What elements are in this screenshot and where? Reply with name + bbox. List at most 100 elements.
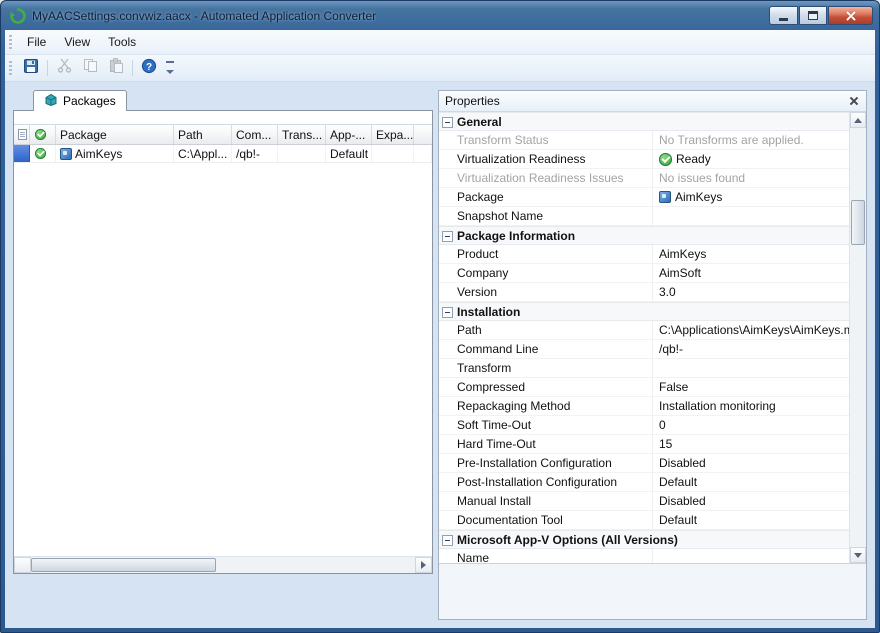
scroll-up-button[interactable]: [850, 112, 866, 128]
package-cell-7[interactable]: [372, 145, 414, 162]
property-value[interactable]: Default: [652, 511, 849, 529]
property-name[interactable]: Product: [439, 245, 652, 263]
menubar-grip-icon[interactable]: [9, 35, 12, 49]
grid-column-header-icon1[interactable]: [30, 125, 56, 144]
property-value[interactable]: AimKeys: [652, 245, 849, 263]
property-value[interactable]: [652, 549, 849, 563]
property-value[interactable]: Default: [652, 473, 849, 491]
packages-pane: Packages PackagePathCom...Trans...App-..…: [13, 90, 433, 620]
package-cell-2[interactable]: AimKeys: [56, 145, 174, 162]
property-value-text: Default: [659, 475, 697, 489]
property-name[interactable]: Command Line: [439, 340, 652, 358]
property-value[interactable]: [652, 359, 849, 377]
menu-tools[interactable]: Tools: [99, 31, 145, 53]
property-row: Virtualization Readiness IssuesNo issues…: [439, 169, 849, 188]
property-name[interactable]: Pre-Installation Configuration: [439, 454, 652, 472]
grid-column-header-path[interactable]: Path: [174, 125, 232, 144]
property-name[interactable]: Repackaging Method: [439, 397, 652, 415]
scroll-down-button[interactable]: [850, 547, 866, 563]
property-name[interactable]: Name: [439, 549, 652, 563]
menu-view[interactable]: View: [55, 31, 99, 53]
collapse-icon[interactable]: [442, 117, 453, 128]
property-name[interactable]: Virtualization Readiness Issues: [439, 169, 652, 187]
property-value[interactable]: False: [652, 378, 849, 396]
packages-grid-header: PackagePathCom...Trans...App-...Expa...: [14, 125, 432, 145]
package-row[interactable]: AimKeysC:\Appl.../qb!- Default: [14, 145, 432, 163]
property-value[interactable]: C:\Applications\AimKeys\AimKeys.msi: [652, 321, 849, 339]
help-button[interactable]: ?: [137, 57, 161, 80]
property-name[interactable]: Transform Status: [439, 131, 652, 149]
property-name[interactable]: Documentation Tool: [439, 511, 652, 529]
property-name[interactable]: Path: [439, 321, 652, 339]
grid-column-header-expa[interactable]: Expa...: [372, 125, 414, 144]
property-group-general[interactable]: General: [439, 112, 849, 131]
package-cell-6[interactable]: Default: [326, 145, 372, 162]
property-value[interactable]: 3.0: [652, 283, 849, 301]
property-value[interactable]: 15: [652, 435, 849, 453]
maximize-icon: [808, 11, 818, 20]
vertical-scroll-thumb[interactable]: [851, 200, 865, 245]
property-value[interactable]: No issues found: [652, 169, 849, 187]
copy-button[interactable]: [78, 57, 102, 80]
scroll-left-button[interactable]: [14, 557, 31, 573]
property-name[interactable]: Version: [439, 283, 652, 301]
grid-column-header-icon0[interactable]: [14, 125, 30, 144]
menu-file[interactable]: File: [18, 31, 55, 53]
grid-column-header-com[interactable]: Com...: [232, 125, 278, 144]
property-value[interactable]: Ready: [652, 150, 849, 168]
property-name[interactable]: Package: [439, 188, 652, 206]
property-name[interactable]: Company: [439, 264, 652, 282]
property-name[interactable]: Snapshot Name: [439, 207, 652, 225]
properties-close-button[interactable]: [848, 95, 860, 107]
property-group-label: Microsoft App-V Options (All Versions): [439, 533, 678, 547]
grid-column-header-trans[interactable]: Trans...: [278, 125, 326, 144]
maximize-button[interactable]: [799, 6, 827, 25]
horizontal-scroll-thumb[interactable]: [31, 558, 216, 572]
property-value[interactable]: /qb!-: [652, 340, 849, 358]
property-name[interactable]: Virtualization Readiness: [439, 150, 652, 168]
collapse-icon[interactable]: [442, 535, 453, 546]
vertical-scrollbar[interactable]: [849, 112, 866, 563]
vertical-scroll-track[interactable]: [850, 128, 866, 547]
property-group-package-information[interactable]: Package Information: [439, 226, 849, 245]
property-value[interactable]: AimSoft: [652, 264, 849, 282]
property-name[interactable]: Compressed: [439, 378, 652, 396]
property-value[interactable]: [652, 207, 849, 225]
property-value[interactable]: No Transforms are applied.: [652, 131, 849, 149]
paste-button[interactable]: [104, 57, 128, 80]
package-cell-5[interactable]: [278, 145, 326, 162]
grid-column-header-app[interactable]: App-...: [326, 125, 372, 144]
property-name[interactable]: Soft Time-Out: [439, 416, 652, 434]
collapse-icon[interactable]: [442, 307, 453, 318]
tab-packages[interactable]: Packages: [33, 90, 127, 111]
close-button[interactable]: [828, 6, 873, 25]
property-value[interactable]: 0: [652, 416, 849, 434]
property-name[interactable]: Post-Installation Configuration: [439, 473, 652, 491]
property-value[interactable]: AimKeys: [652, 188, 849, 206]
property-group-label: Package Information: [439, 229, 575, 243]
property-name[interactable]: Manual Install: [439, 492, 652, 510]
property-value[interactable]: Disabled: [652, 454, 849, 472]
property-name[interactable]: Hard Time-Out: [439, 435, 652, 453]
save-button[interactable]: [19, 57, 43, 80]
property-value[interactable]: Installation monitoring: [652, 397, 849, 415]
row-status-ok-icon: [35, 148, 46, 159]
grid-column-header-package[interactable]: Package: [56, 125, 174, 144]
package-cell-4[interactable]: /qb!-: [232, 145, 278, 162]
titlebar[interactable]: MyAACSettings.convwiz.aacx - Automated A…: [1, 1, 879, 30]
toolbar: ?: [5, 55, 875, 82]
collapse-icon[interactable]: [442, 231, 453, 242]
package-cell-3[interactable]: C:\Appl...: [174, 145, 232, 162]
property-group-installation[interactable]: Installation: [439, 302, 849, 321]
property-group-microsoft-app-v-options-all-versions-[interactable]: Microsoft App-V Options (All Versions): [439, 530, 849, 549]
package-cell-1[interactable]: [30, 145, 56, 162]
toolbar-grip-icon[interactable]: [9, 61, 12, 75]
cut-button[interactable]: [52, 57, 76, 80]
toolbar-overflow-button[interactable]: [164, 57, 177, 80]
property-name[interactable]: Transform: [439, 359, 652, 377]
property-value[interactable]: Disabled: [652, 492, 849, 510]
minimize-button[interactable]: [769, 6, 798, 25]
row-selection-indicator[interactable]: [14, 145, 30, 162]
scroll-right-button[interactable]: [415, 557, 432, 573]
horizontal-scrollbar[interactable]: [14, 556, 432, 573]
